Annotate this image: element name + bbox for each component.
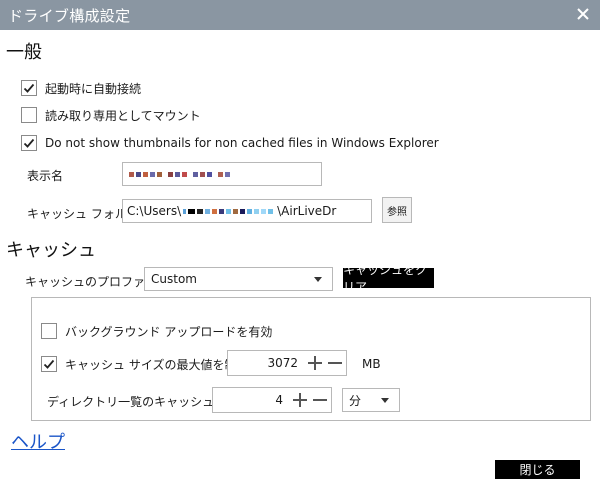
redacted-pixels bbox=[129, 171, 232, 177]
background-upload-checkbox[interactable] bbox=[41, 323, 57, 339]
cache-size-stepper[interactable]: 3072 bbox=[227, 350, 347, 376]
general-heading: 一般 bbox=[6, 42, 42, 63]
redacted-pixels bbox=[183, 208, 275, 214]
check-icon bbox=[23, 138, 35, 148]
check-icon bbox=[43, 359, 55, 369]
cache-heading: キャッシュ bbox=[6, 240, 96, 261]
cache-folder-suffix: \AirLiveDr bbox=[277, 204, 337, 218]
limit-size-option[interactable]: キャッシュ サイズの最大値を制限 bbox=[41, 354, 248, 374]
cache-folder-input[interactable]: C:\Users\ \AirLiveDr bbox=[122, 199, 372, 223]
read-only-checkbox[interactable] bbox=[21, 107, 37, 123]
close-icon[interactable] bbox=[572, 3, 594, 25]
no-thumbnails-option[interactable]: Do not show thumbnails for non cached fi… bbox=[21, 133, 439, 153]
read-only-label: 読み取り専用としてマウント bbox=[45, 108, 201, 123]
dir-cache-label: ディレクトリ一覧のキャッシュ時間 bbox=[47, 395, 239, 409]
chevron-down-icon bbox=[314, 276, 322, 282]
browse-button[interactable]: 参照 bbox=[382, 197, 412, 223]
minus-icon[interactable] bbox=[311, 389, 329, 411]
auto-connect-label: 起動時に自動接続 bbox=[45, 81, 142, 96]
drive-config-window: ドライブ構成設定 一般 起動時に自動接続 読み取り専用としてマウント Do no… bbox=[0, 0, 600, 490]
dir-cache-unit-select[interactable]: 分 bbox=[342, 388, 400, 412]
display-name-input[interactable] bbox=[122, 162, 322, 186]
close-button[interactable]: 閉じる bbox=[495, 460, 580, 479]
background-upload-label: バックグラウンド アップロードを有効 bbox=[65, 324, 273, 339]
limit-size-label: キャッシュ サイズの最大値を制限 bbox=[65, 357, 249, 372]
read-only-option[interactable]: 読み取り専用としてマウント bbox=[21, 105, 201, 125]
display-name-label: 表示名 bbox=[27, 169, 64, 183]
title-bar: ドライブ構成設定 bbox=[0, 0, 600, 30]
clear-cache-button[interactable]: キャッシュをクリア bbox=[343, 263, 434, 294]
minus-icon[interactable] bbox=[326, 352, 344, 374]
background-upload-option[interactable]: バックグラウンド アップロードを有効 bbox=[41, 321, 272, 341]
limit-size-checkbox[interactable] bbox=[41, 356, 57, 372]
window-title: ドライブ構成設定 bbox=[8, 7, 131, 25]
plus-icon[interactable] bbox=[291, 389, 309, 411]
chevron-down-icon bbox=[381, 397, 389, 403]
auto-connect-option[interactable]: 起動時に自動接続 bbox=[21, 78, 141, 98]
cache-profile-value: Custom bbox=[151, 272, 197, 286]
dir-cache-unit-value: 分 bbox=[349, 393, 362, 408]
auto-connect-checkbox[interactable] bbox=[21, 80, 37, 96]
cache-profile-select[interactable]: Custom bbox=[144, 267, 333, 291]
cache-size-value[interactable]: 3072 bbox=[228, 356, 306, 370]
dir-cache-stepper[interactable]: 4 bbox=[212, 387, 332, 413]
help-link[interactable]: ヘルプ bbox=[11, 428, 65, 454]
dir-cache-value[interactable]: 4 bbox=[213, 393, 291, 407]
cache-folder-prefix: C:\Users\ bbox=[127, 204, 182, 218]
cache-size-unit: MB bbox=[362, 357, 381, 371]
no-thumbnails-checkbox[interactable] bbox=[21, 135, 37, 151]
no-thumbnails-label: Do not show thumbnails for non cached fi… bbox=[45, 136, 439, 150]
check-icon bbox=[23, 83, 35, 93]
plus-icon[interactable] bbox=[306, 352, 324, 374]
